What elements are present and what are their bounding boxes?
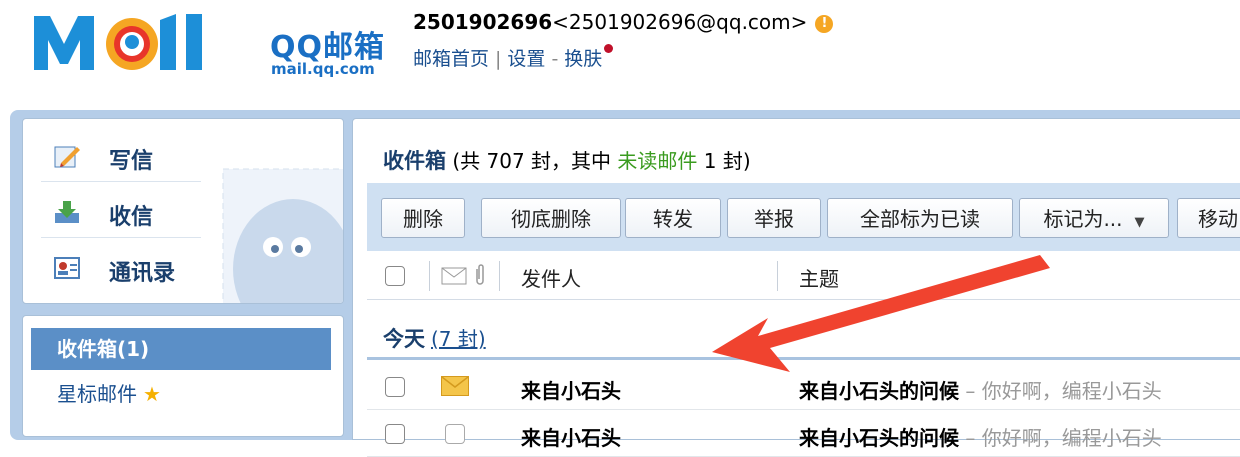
logo-domain: mail.qq.com bbox=[271, 60, 375, 78]
compose-label: 写信 bbox=[109, 149, 154, 174]
mail-row[interactable]: 来自小石头 来自小石头的问候 – 你好啊，编程小石头 bbox=[367, 410, 1240, 457]
column-divider bbox=[429, 261, 430, 291]
contacts-icon bbox=[54, 257, 80, 279]
folder-starred-label: 星标邮件 bbox=[57, 382, 137, 406]
sender-column-header[interactable]: 发件人 bbox=[521, 263, 581, 292]
mail-preview: – 你好啊，编程小石头 bbox=[959, 426, 1162, 450]
permanent-delete-button[interactable]: 彻底删除 bbox=[481, 198, 621, 238]
unread-link[interactable]: 未读邮件 bbox=[617, 149, 697, 173]
action-panel: 写信 收信 通讯录 bbox=[22, 118, 344, 304]
read-envelope-icon bbox=[445, 424, 465, 444]
receive-label: 收信 bbox=[109, 205, 154, 230]
header-links: 邮箱首页 | 设置 - 换肤 bbox=[413, 44, 614, 71]
group-today-count[interactable]: (7 封) bbox=[431, 327, 486, 351]
subject-column-header[interactable]: 主题 bbox=[799, 263, 839, 292]
notification-dot bbox=[604, 44, 614, 53]
column-divider bbox=[777, 261, 778, 291]
mail-list-header: 发件人 主题 bbox=[367, 251, 1240, 300]
folder-count-suffix: 1 封) bbox=[697, 149, 751, 173]
divider bbox=[41, 181, 201, 182]
folder-inbox[interactable]: 收件箱(1) bbox=[31, 328, 331, 370]
top-header: QQ邮箱 mail.qq.com 2501902696<2501902696@q… bbox=[0, 0, 1240, 100]
mail-toolbar: 删除 彻底删除 转发 举报 全部标为已读 标记为... ▼ 移动 bbox=[367, 183, 1240, 251]
qqmail-logo[interactable]: QQ邮箱 mail.qq.com bbox=[30, 10, 390, 78]
select-all-checkbox[interactable] bbox=[385, 266, 405, 286]
column-divider bbox=[499, 261, 500, 291]
mail-subject: 来自小石头的问候 – 你好啊，编程小石头 bbox=[799, 375, 1162, 404]
receive-action[interactable]: 收信 bbox=[53, 185, 223, 239]
delete-button[interactable]: 删除 bbox=[381, 198, 465, 238]
folder-title: 收件箱 bbox=[383, 149, 446, 173]
move-button[interactable]: 移动 bbox=[1177, 198, 1240, 238]
account-id: 2501902696 bbox=[413, 10, 553, 34]
mail-sender: 来自小石头 bbox=[521, 379, 621, 403]
compose-icon bbox=[54, 146, 80, 168]
compose-action[interactable]: 写信 bbox=[53, 129, 223, 183]
mail-preview: – 你好啊，编程小石头 bbox=[959, 379, 1162, 403]
mark-as-dropdown[interactable]: 标记为... ▼ bbox=[1019, 198, 1169, 238]
forward-button[interactable]: 转发 bbox=[625, 198, 721, 238]
mail-subject: 来自小石头的问候 – 你好啊，编程小石头 bbox=[799, 422, 1162, 451]
unread-envelope-icon bbox=[441, 376, 469, 396]
contacts-label: 通讯录 bbox=[109, 261, 176, 286]
group-today-label: 今天 bbox=[383, 327, 425, 351]
mark-all-read-button[interactable]: 全部标为已读 bbox=[827, 198, 1013, 238]
star-icon: ★ bbox=[143, 382, 161, 406]
exclamation-icon[interactable]: ! bbox=[815, 15, 834, 33]
mail-subject-text: 来自小石头的问候 bbox=[799, 426, 959, 450]
mark-as-label: 标记为... bbox=[1043, 207, 1123, 231]
folder-panel: 收件箱(1) 星标邮件 ★ bbox=[22, 315, 344, 437]
group-today: 今天 (7 封) bbox=[383, 323, 486, 353]
folder-starred[interactable]: 星标邮件 ★ bbox=[57, 378, 161, 407]
divider bbox=[41, 237, 201, 238]
mail-subject-text: 来自小石头的问候 bbox=[799, 379, 959, 403]
attachment-header-icon[interactable] bbox=[473, 263, 487, 287]
account-info: 2501902696<2501902696@qq.com>! bbox=[413, 10, 834, 34]
caret-down-icon: ▼ bbox=[1134, 215, 1145, 230]
report-button[interactable]: 举报 bbox=[727, 198, 821, 238]
contacts-action[interactable]: 通讯录 bbox=[53, 241, 223, 295]
envelope-header-icon[interactable] bbox=[441, 267, 467, 285]
mail-row[interactable]: 来自小石头 来自小石头的问候 – 你好啊，编程小石头 bbox=[367, 363, 1240, 410]
folder-count-prefix: (共 707 封，其中 bbox=[446, 149, 618, 173]
link-skin[interactable]: 换肤 bbox=[564, 48, 602, 70]
group-divider bbox=[367, 357, 1240, 360]
link-separator: | bbox=[495, 48, 502, 70]
link-separator: - bbox=[551, 48, 559, 70]
link-mail-home[interactable]: 邮箱首页 bbox=[413, 48, 489, 70]
account-email: <2501902696@qq.com> bbox=[552, 10, 808, 34]
mail-sender: 来自小石头 bbox=[521, 426, 621, 450]
mail-row-checkbox[interactable] bbox=[385, 424, 405, 444]
mail-row-checkbox[interactable] bbox=[385, 377, 405, 397]
mail-logo-graphic bbox=[34, 14, 202, 70]
link-settings[interactable]: 设置 bbox=[507, 48, 545, 70]
folder-heading: 收件箱 (共 707 封，其中 未读邮件 1 封) bbox=[383, 145, 751, 175]
mail-list-panel: 收件箱 (共 707 封，其中 未读邮件 1 封) 删除 彻底删除 转发 举报 … bbox=[352, 118, 1240, 457]
receive-icon bbox=[55, 201, 79, 223]
